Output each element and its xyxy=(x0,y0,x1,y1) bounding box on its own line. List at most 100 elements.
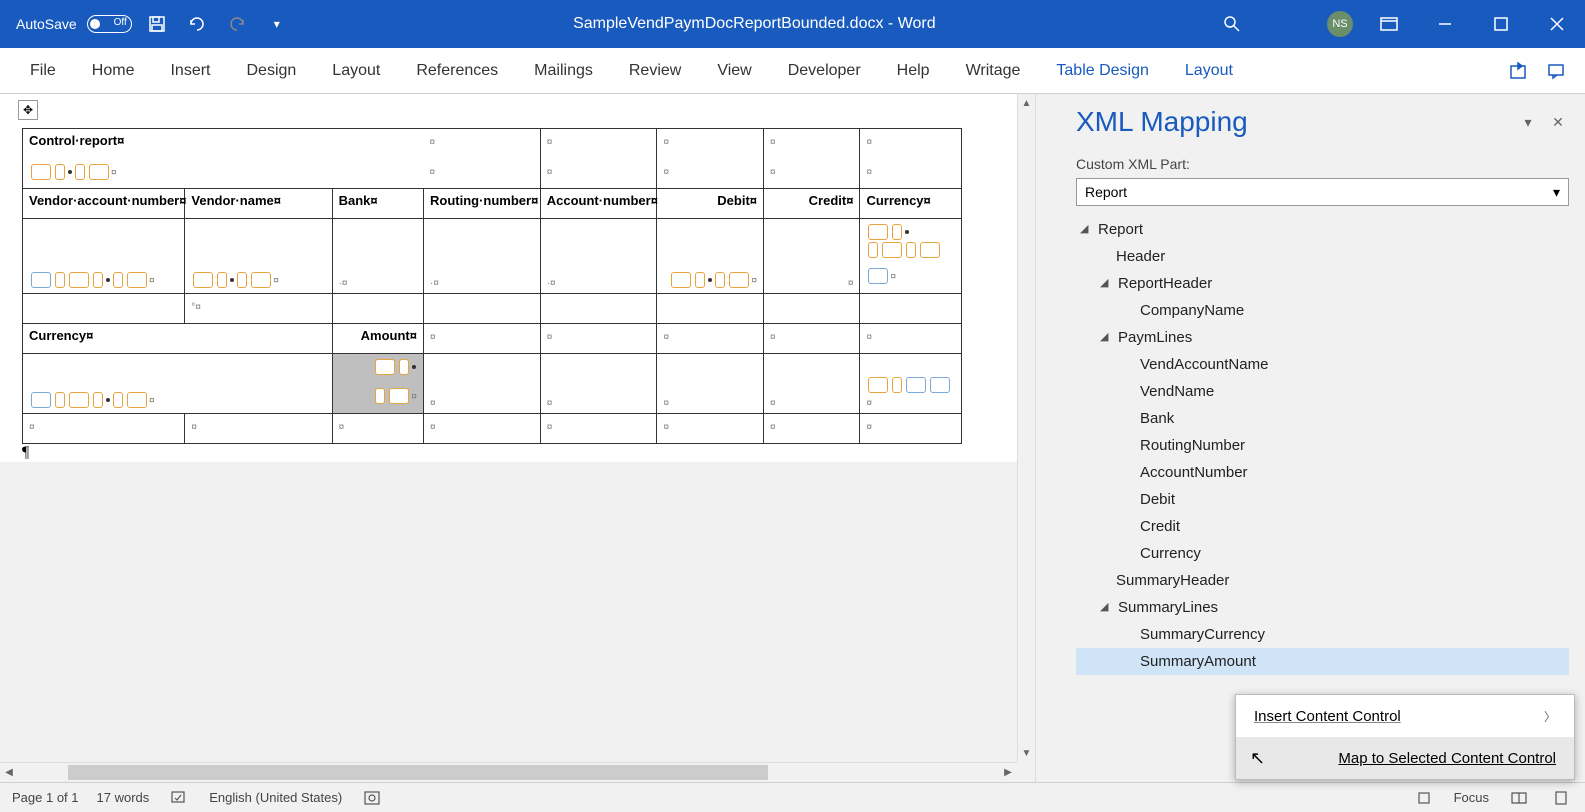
macro-icon[interactable] xyxy=(360,786,384,810)
pane-title: XML Mapping xyxy=(1076,106,1509,138)
col-vendor-account: Vendor·account·number¤ xyxy=(23,189,185,219)
tree-company-name[interactable]: CompanyName xyxy=(1076,297,1569,324)
tree-debit[interactable]: Debit xyxy=(1076,486,1569,513)
report-title: Control·report¤ xyxy=(23,129,424,159)
ctx-insert-content-control[interactable]: Insert Content Control 〉 xyxy=(1236,695,1574,737)
tab-references[interactable]: References xyxy=(398,48,516,94)
read-mode-icon[interactable] xyxy=(1507,786,1531,810)
tree-summary-currency[interactable]: SummaryCurrency xyxy=(1076,621,1569,648)
tree-header[interactable]: Header xyxy=(1076,243,1569,270)
minimize-icon[interactable] xyxy=(1425,4,1465,44)
tree-summary-amount[interactable]: SummaryAmount xyxy=(1076,648,1569,675)
cell-vendor-name-cc[interactable]: ¤ xyxy=(185,219,332,294)
pane-options-icon[interactable]: ▾ xyxy=(1517,111,1539,133)
focus-icon[interactable] xyxy=(1412,786,1436,810)
ribbon: File Home Insert Design Layout Reference… xyxy=(0,48,1585,94)
summary-amount-header: Amount¤ xyxy=(332,323,423,353)
page: ✥ Control·report¤ ¤ ¤ ¤ ¤ ¤ xyxy=(0,94,1017,462)
cell-routing-cc[interactable]: ·¤ xyxy=(423,219,540,294)
comments-icon[interactable] xyxy=(1539,54,1573,88)
tab-table-design[interactable]: Table Design xyxy=(1038,48,1167,94)
cell-currency-cc-mid[interactable]: ¤ xyxy=(860,263,962,293)
custom-xml-part-select[interactable]: Report ▾ xyxy=(1076,178,1569,206)
xml-tree: ◢Report Header ◢ReportHeader CompanyName… xyxy=(1076,216,1569,675)
tab-home[interactable]: Home xyxy=(74,48,153,94)
vertical-scrollbar[interactable]: ▲ ▼ xyxy=(1017,94,1035,762)
undo-icon[interactable] xyxy=(182,9,212,39)
col-vendor-name: Vendor·name¤ xyxy=(185,189,332,219)
scroll-thumb[interactable] xyxy=(68,765,768,780)
status-focus[interactable]: Focus xyxy=(1454,790,1489,805)
tab-help[interactable]: Help xyxy=(879,48,948,94)
horizontal-scrollbar[interactable]: ◀ ▶ xyxy=(0,762,1017,782)
save-icon[interactable] xyxy=(142,9,172,39)
tree-credit[interactable]: Credit xyxy=(1076,513,1569,540)
tab-mailings[interactable]: Mailings xyxy=(516,48,611,94)
cell-account-cc[interactable]: ·¤ xyxy=(540,219,657,294)
tree-bank[interactable]: Bank xyxy=(1076,405,1569,432)
ctx-map-to-selected[interactable]: ↖ Map to Selected Content Control xyxy=(1236,737,1574,779)
tree-routing-number[interactable]: RoutingNumber xyxy=(1076,432,1569,459)
chevron-right-icon: 〉 xyxy=(1544,708,1556,725)
summary-amount-cc-top[interactable] xyxy=(332,353,423,383)
tab-writage[interactable]: Writage xyxy=(948,48,1039,94)
summary-end-cc[interactable]: ¤ xyxy=(860,353,962,413)
spellcheck-icon[interactable] xyxy=(167,786,191,810)
maximize-icon[interactable] xyxy=(1481,4,1521,44)
close-icon[interactable] xyxy=(1537,4,1577,44)
tree-paym-lines[interactable]: ◢PaymLines xyxy=(1076,324,1569,351)
scroll-right-icon[interactable]: ▶ xyxy=(999,763,1017,782)
tree-report[interactable]: ◢Report xyxy=(1076,216,1569,243)
print-layout-icon[interactable] xyxy=(1549,786,1573,810)
search-icon[interactable] xyxy=(1217,9,1247,39)
col-account-number: Account·number¤ xyxy=(540,189,657,219)
tab-review[interactable]: Review xyxy=(611,48,699,94)
autosave-toggle[interactable]: Off xyxy=(87,15,132,33)
col-currency: Currency¤ xyxy=(860,189,962,219)
tree-account-number[interactable]: AccountNumber xyxy=(1076,459,1569,486)
tree-report-header[interactable]: ◢ReportHeader xyxy=(1076,270,1569,297)
scroll-left-icon[interactable]: ◀ xyxy=(0,763,18,782)
tree-vend-account-name[interactable]: VendAccountName xyxy=(1076,351,1569,378)
pane-close-icon[interactable]: ✕ xyxy=(1547,111,1569,133)
company-content-control[interactable]: ¤ xyxy=(23,159,424,189)
tab-layout[interactable]: Layout xyxy=(314,48,398,94)
tab-file[interactable]: File xyxy=(12,48,74,94)
cell-currency-cc-top[interactable] xyxy=(860,219,962,264)
tab-design[interactable]: Design xyxy=(228,48,314,94)
tab-developer[interactable]: Developer xyxy=(770,48,879,94)
summary-currency-cc[interactable]: ¤ xyxy=(23,353,333,413)
cell-bank-cc[interactable]: ·¤ xyxy=(332,219,423,294)
scroll-down-icon[interactable]: ▼ xyxy=(1018,744,1035,762)
redo-icon[interactable] xyxy=(222,9,252,39)
cell-debit-cc[interactable]: ¤ xyxy=(657,219,764,294)
custom-xml-part-label: Custom XML Part: xyxy=(1076,156,1569,172)
tree-summary-lines[interactable]: ◢SummaryLines xyxy=(1076,594,1569,621)
cell-credit-cc[interactable]: ¤ xyxy=(764,219,860,294)
tree-summary-header[interactable]: SummaryHeader xyxy=(1076,567,1569,594)
table-move-handle[interactable]: ✥ xyxy=(18,100,38,120)
tree-vend-name[interactable]: VendName xyxy=(1076,378,1569,405)
user-avatar[interactable]: NS xyxy=(1327,11,1353,37)
document-title: SampleVendPaymDocReportBounded.docx - Wo… xyxy=(292,15,1217,33)
scroll-up-icon[interactable]: ▲ xyxy=(1018,94,1035,112)
col-debit: Debit¤ xyxy=(657,189,764,219)
tree-currency[interactable]: Currency xyxy=(1076,540,1569,567)
context-menu: Insert Content Control 〉 ↖ Map to Select… xyxy=(1235,694,1575,780)
tab-insert[interactable]: Insert xyxy=(152,48,228,94)
titlebar: AutoSave Off ▾ SampleVendPaymDocReportBo… xyxy=(0,0,1585,48)
status-language[interactable]: English (United States) xyxy=(209,790,342,805)
share-icon[interactable] xyxy=(1501,54,1535,88)
cell-vendor-account-cc[interactable]: ¤ xyxy=(23,219,185,294)
statusbar: Page 1 of 1 17 words English (United Sta… xyxy=(0,782,1585,812)
status-words[interactable]: 17 words xyxy=(97,790,150,805)
ribbon-display-icon[interactable] xyxy=(1369,4,1409,44)
custom-xml-part-value: Report xyxy=(1085,184,1127,200)
customize-qat-icon[interactable]: ▾ xyxy=(262,9,292,39)
summary-amount-cc-bottom[interactable]: ¤ xyxy=(332,383,423,413)
tab-table-layout[interactable]: Layout xyxy=(1167,48,1251,94)
document-pane[interactable]: ✥ Control·report¤ ¤ ¤ ¤ ¤ ¤ xyxy=(0,94,1035,782)
status-page[interactable]: Page 1 of 1 xyxy=(12,790,79,805)
tab-view[interactable]: View xyxy=(699,48,769,94)
col-credit: Credit¤ xyxy=(764,189,860,219)
